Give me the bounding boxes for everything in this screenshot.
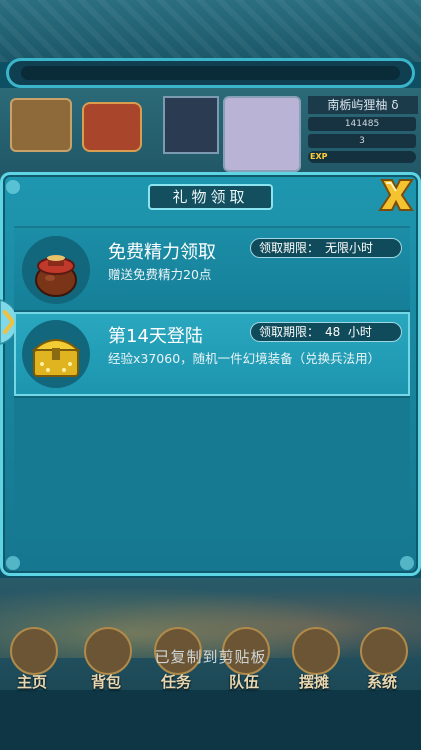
top-banner-bar: [6, 58, 415, 88]
event-chest-icon[interactable]: [82, 102, 142, 152]
gem-stat: 3: [308, 134, 416, 148]
gift-item-energy[interactable]: 免费精力领取 赠送免费精力20点 领取期限： 无限小时: [14, 228, 410, 312]
nav-label: 主页: [16, 673, 47, 691]
nav-label: 队伍: [228, 673, 259, 691]
exp-bar: EXP: [308, 151, 416, 163]
gift-title: 免费精力领取: [108, 242, 216, 263]
scene-pattern: [0, 0, 421, 62]
currency-stat: 141485: [308, 117, 416, 131]
gift-description: 经验x37060，随机一件幻境装备（兑换兵法用）: [108, 351, 381, 366]
deadline-label: 领取期限：: [259, 241, 320, 255]
deadline-value: 无限小时: [325, 241, 374, 255]
bottom-strip: [0, 690, 421, 750]
copied-toast: 已复制到剪贴板: [154, 648, 267, 666]
nav-label: 任务: [160, 673, 191, 691]
energy-pot-icon: [22, 236, 90, 304]
exp-label: EXP: [310, 152, 328, 161]
deadline-badge: 领取期限： 无限小时: [250, 238, 402, 258]
deadline-label: 领取期限：: [259, 325, 320, 339]
top-banner-inner: [21, 66, 400, 80]
dialog-corner-ornament: [6, 180, 20, 194]
scene-top-background: [0, 0, 421, 62]
deadline-badge: 领取期限： 48 小时: [250, 322, 402, 342]
close-button[interactable]: [376, 176, 416, 214]
calendar-icon[interactable]: [10, 98, 72, 152]
gift-description: 赠送免费精力20点: [108, 267, 212, 282]
nav-label: 背包: [90, 673, 121, 691]
gift-item-login-day14[interactable]: 第14天登陆 经验x37060，随机一件幻境装备（兑换兵法用） 领取期限： 48 …: [14, 312, 410, 398]
player-avatar[interactable]: [223, 96, 301, 172]
deadline-value: 48 小时: [325, 325, 372, 339]
treasure-chest-icon: [22, 320, 90, 388]
nav-label: 摆摊: [298, 673, 329, 691]
nav-label: 系统: [366, 673, 397, 691]
close-icon: [378, 179, 414, 211]
hero-portrait[interactable]: [163, 96, 219, 154]
dialog-corner-ornament: [6, 556, 20, 570]
dialog-title: 礼物领取: [148, 184, 273, 210]
dialog-corner-ornament: [400, 556, 414, 570]
gift-title: 第14天登陆: [108, 326, 203, 347]
player-name: 南栃屿狸柚 δ: [308, 96, 418, 114]
